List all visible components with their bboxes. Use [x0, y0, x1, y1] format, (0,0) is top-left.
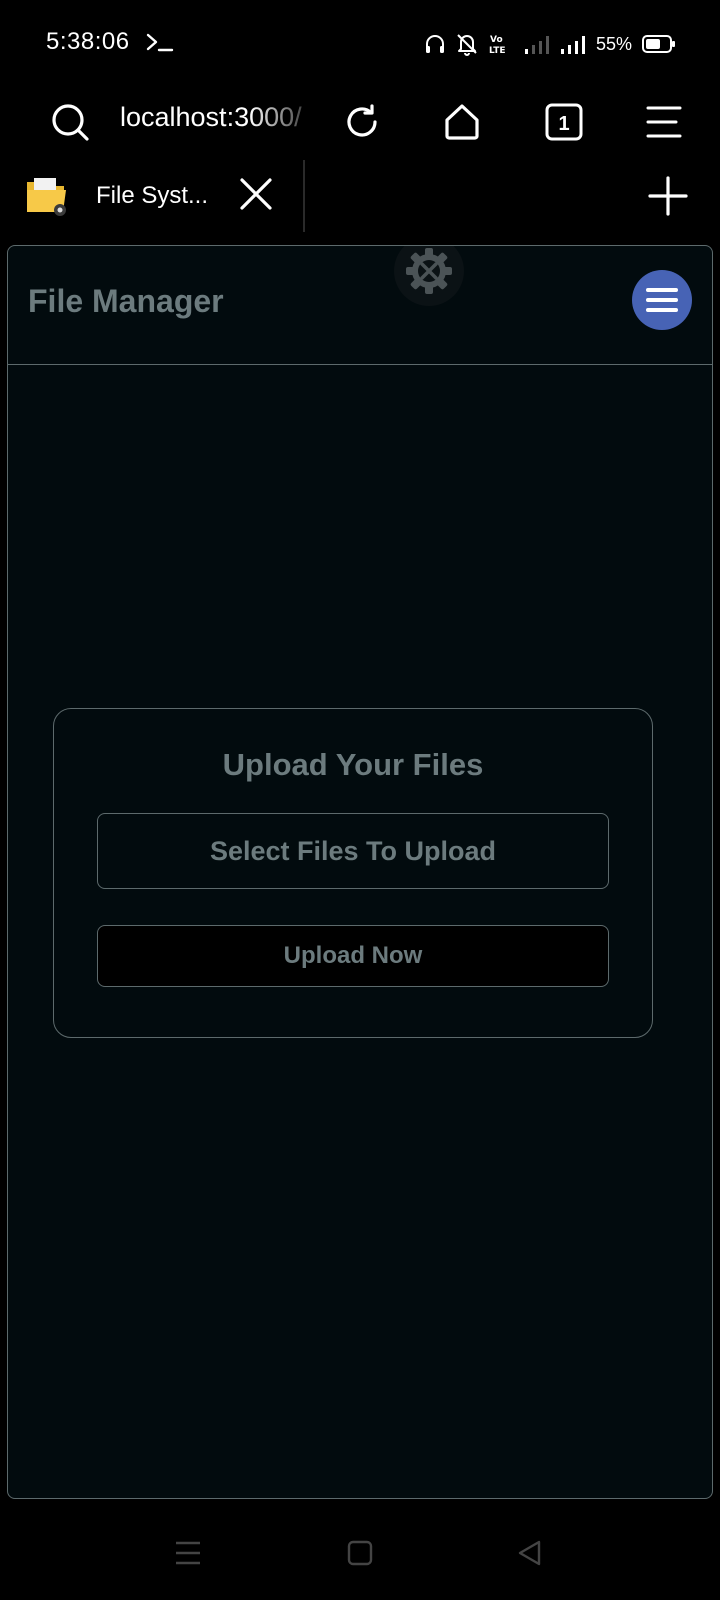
upload-now-button[interactable]: Upload Now	[97, 925, 609, 987]
upload-heading: Upload Your Files	[222, 747, 484, 782]
terminal-icon	[146, 33, 174, 52]
bell-off-icon	[457, 34, 477, 56]
headphones-icon	[425, 35, 444, 53]
status-bar: 5:38:06 Vo LTE 55%	[0, 0, 720, 88]
hamburger-menu-button[interactable]	[632, 270, 692, 330]
page-header: File Manager	[8, 246, 712, 365]
phone-screen: 5:38:06 Vo LTE 55% localhost:3000/ 1 Fil…	[0, 0, 720, 1600]
tab-strip: File Syst...	[0, 160, 720, 236]
signal-weak-icon	[524, 36, 549, 54]
svg-text:LTE: LTE	[489, 46, 506, 55]
tabs-icon[interactable]: 1	[536, 94, 592, 150]
status-icons: Vo LTE 55%	[424, 28, 676, 60]
browser-toolbar: localhost:3000/ 1	[0, 80, 720, 166]
folder-gear-icon	[27, 178, 66, 216]
url-fade	[250, 100, 322, 140]
svg-text:Vo: Vo	[490, 35, 503, 45]
select-files-button[interactable]: Select Files To Upload	[97, 813, 609, 889]
volte-icon: Vo LTE	[489, 35, 506, 55]
system-navigation-bar	[0, 1505, 720, 1600]
upload-card: Upload Your Files Select Files To Upload…	[53, 708, 653, 1038]
back-triangle-icon[interactable]	[506, 1529, 554, 1577]
page-title: File Manager	[28, 283, 224, 319]
settings-tools-icon[interactable]	[394, 246, 464, 306]
web-page: File Manager Upload Your Files Select Fi…	[7, 245, 713, 1499]
reload-icon[interactable]	[334, 94, 390, 150]
home-square-icon[interactable]	[336, 1529, 384, 1577]
battery-icon	[642, 35, 675, 53]
tab-title[interactable]: File Syst...	[96, 182, 208, 210]
tab-count: 1	[558, 113, 569, 135]
battery-percent: 55%	[595, 33, 632, 54]
signal-strong-icon	[560, 36, 585, 54]
plus-icon[interactable]	[646, 174, 690, 218]
tab-divider	[303, 160, 305, 232]
home-icon[interactable]	[434, 94, 490, 150]
recent-apps-icon[interactable]	[164, 1529, 212, 1577]
close-icon[interactable]	[236, 174, 276, 214]
hamburger-icon	[646, 288, 678, 312]
menu-icon[interactable]	[636, 94, 692, 150]
status-time: 5:38:06	[46, 28, 130, 55]
search-icon[interactable]	[42, 94, 98, 150]
